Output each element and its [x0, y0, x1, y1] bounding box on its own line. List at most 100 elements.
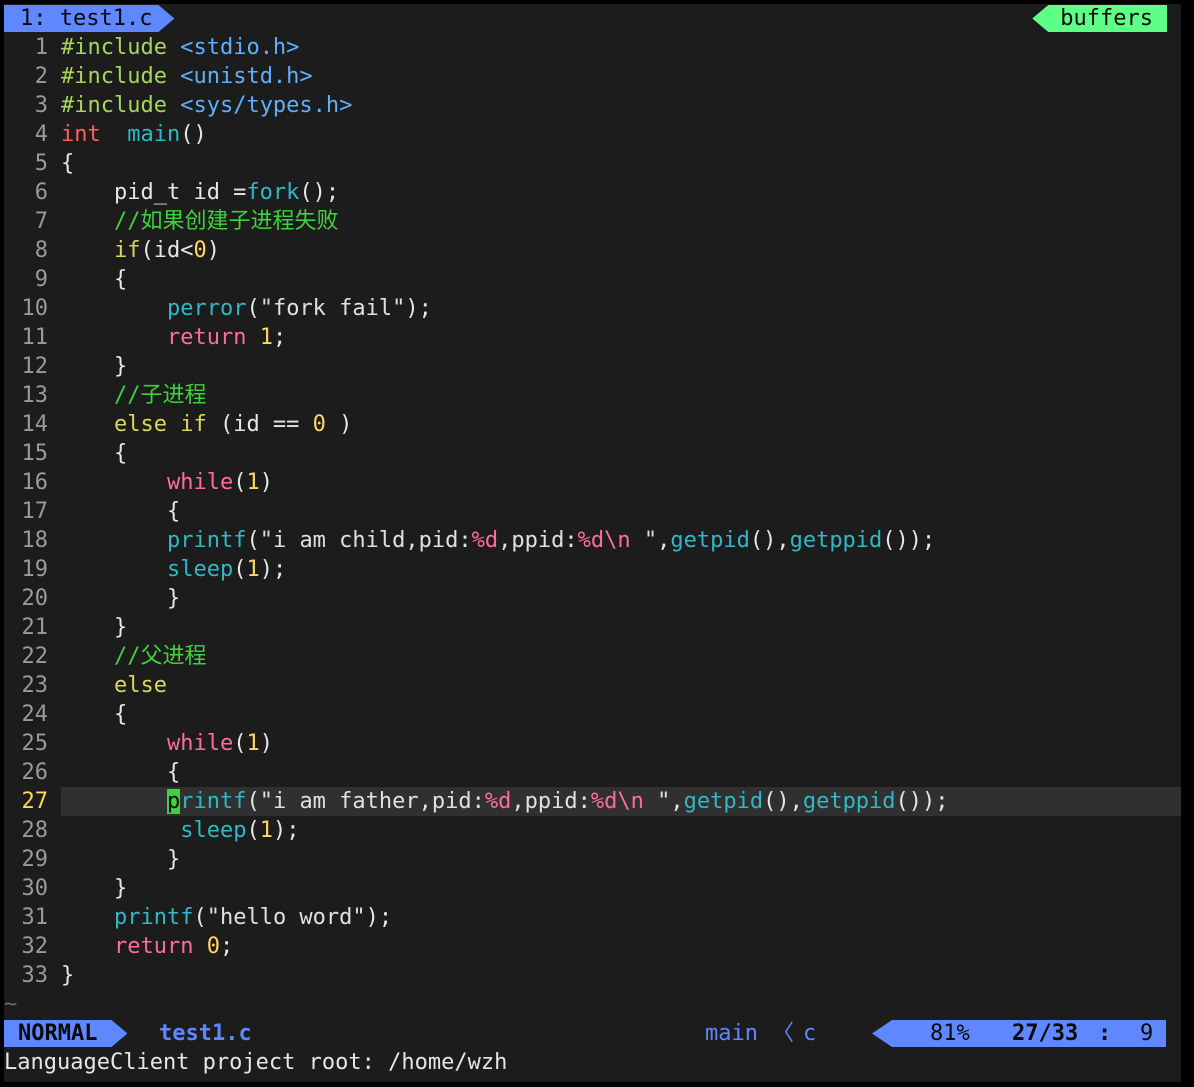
line-content[interactable]: //子进程	[61, 381, 1181, 410]
code-line[interactable]: 13 //子进程	[4, 381, 1181, 410]
line-content[interactable]: pid_t id =fork();	[61, 178, 1181, 207]
code-line[interactable]: 17 {	[4, 497, 1181, 526]
line-content[interactable]: printf("hello word");	[61, 903, 1181, 932]
code-token: 0	[193, 238, 207, 263]
code-token: (),	[749, 528, 790, 553]
code-token: return	[166, 325, 247, 350]
line-number: 9	[34, 267, 48, 292]
code-line[interactable]: 15 {	[4, 439, 1181, 468]
code-token: }	[61, 876, 128, 901]
code-line[interactable]: 7 //如果创建子进程失败	[4, 207, 1181, 236]
code-line[interactable]: 25 while(1)	[4, 729, 1181, 758]
code-token: ());	[882, 528, 936, 553]
line-number: 17	[21, 499, 49, 524]
code-line[interactable]: 16 while(1)	[4, 468, 1181, 497]
line-content[interactable]: }	[61, 613, 1181, 642]
line-content[interactable]: }	[61, 352, 1181, 381]
line-content[interactable]: return 1;	[61, 323, 1181, 352]
line-number: 21	[21, 615, 49, 640]
code-line[interactable]: 8 if(id<0)	[4, 236, 1181, 265]
line-content[interactable]: if(id<0)	[61, 236, 1181, 265]
line-content[interactable]: #include <stdio.h>	[61, 33, 1181, 62]
line-content[interactable]: {	[61, 265, 1181, 294]
line-content[interactable]: return 0;	[61, 932, 1181, 961]
code-line[interactable]: 19 sleep(1);	[4, 555, 1181, 584]
line-content[interactable]: {	[61, 700, 1181, 729]
tab-test1[interactable]: 1: test1.c	[4, 5, 174, 32]
code-line[interactable]: 11 return 1;	[4, 323, 1181, 352]
code-line[interactable]: 6 pid_t id =fork();	[4, 178, 1181, 207]
command-line[interactable]: LanguageClient project root: /home/wzh	[4, 1048, 507, 1077]
code-line[interactable]: 10 perror("fork fail");	[4, 294, 1181, 323]
line-content[interactable]: {	[61, 439, 1181, 468]
code-token: sleep	[180, 818, 247, 843]
line-content[interactable]: {	[61, 497, 1181, 526]
buffers-label[interactable]: buffers	[1032, 5, 1167, 32]
line-number: 10	[21, 296, 49, 321]
code-line[interactable]: 28 sleep(1);	[4, 816, 1181, 845]
code-token: {	[61, 499, 181, 524]
line-content[interactable]: }	[61, 874, 1181, 903]
code-line[interactable]: 29 }	[4, 845, 1181, 874]
line-content[interactable]: printf("i am child,pid:%d,ppid:%d\n ",ge…	[61, 526, 1181, 555]
code-line[interactable]: 1 #include <stdio.h>	[4, 33, 1181, 62]
line-content[interactable]: //父进程	[61, 642, 1181, 671]
code-line[interactable]: 24 {	[4, 700, 1181, 729]
line-content[interactable]: perror("fork fail");	[61, 294, 1181, 323]
line-content[interactable]: sleep(1);	[61, 816, 1181, 845]
line-content[interactable]: printf("i am father,pid:%d,ppid:%d\n ",g…	[61, 787, 1181, 816]
code-line[interactable]: 23 else	[4, 671, 1181, 700]
code-line[interactable]: 33}	[4, 961, 1181, 990]
code-line[interactable]: 32 return 0;	[4, 932, 1181, 961]
status-line-count: 27/33	[1012, 1021, 1079, 1046]
code-line[interactable]: 3 #include <sys/types.h>	[4, 91, 1181, 120]
code-token: {	[61, 760, 181, 785]
code-token: if	[113, 238, 141, 263]
code-line[interactable]: 21 }	[4, 613, 1181, 642]
code-line[interactable]: 2 #include <unistd.h>	[4, 62, 1181, 91]
code-line[interactable]: 5{	[4, 149, 1181, 178]
code-token: ,	[657, 528, 671, 553]
code-line[interactable]: 30 }	[4, 874, 1181, 903]
code-token: %d\n	[577, 528, 631, 553]
line-content[interactable]: while(1)	[61, 468, 1181, 497]
empty-line-marker: ~	[4, 992, 18, 1017]
mode-indicator: NORMAL	[4, 1020, 127, 1047]
line-number: 30	[21, 876, 49, 901]
code-line[interactable]: 9 {	[4, 265, 1181, 294]
line-content[interactable]: {	[61, 149, 1181, 178]
line-content[interactable]: else if (id == 0 )	[61, 410, 1181, 439]
code-token: else if	[113, 412, 207, 437]
code-line[interactable]: 14 else if (id == 0 )	[4, 410, 1181, 439]
line-content[interactable]: }	[61, 584, 1181, 613]
code-line[interactable]: 4 int main()	[4, 120, 1181, 149]
line-content[interactable]: {	[61, 758, 1181, 787]
code-token: )	[259, 731, 273, 756]
line-content[interactable]: #include <sys/types.h>	[61, 91, 1181, 120]
code-line[interactable]: 18 printf("i am child,pid:%d,ppid:%d\n "…	[4, 526, 1181, 555]
line-number: 4	[34, 122, 48, 147]
line-number: 31	[21, 905, 49, 930]
code-editor[interactable]: 1 #include <stdio.h> 2 #include <unistd.h> 3…	[4, 33, 1181, 990]
line-content[interactable]: #include <unistd.h>	[61, 62, 1181, 91]
code-line[interactable]: 31 printf("hello word");	[4, 903, 1181, 932]
line-content[interactable]: sleep(1);	[61, 555, 1181, 584]
code-line[interactable]: 22 //父进程	[4, 642, 1181, 671]
line-content[interactable]: //如果创建子进程失败	[61, 207, 1181, 236]
code-token: main	[127, 122, 181, 147]
line-content[interactable]: while(1)	[61, 729, 1181, 758]
code-token: //子进程	[113, 383, 207, 408]
line-number: 24	[21, 702, 49, 727]
line-content[interactable]: int main()	[61, 120, 1181, 149]
line-content[interactable]: else	[61, 671, 1181, 700]
line-content[interactable]: }	[61, 961, 1181, 990]
code-line[interactable]: 26 {	[4, 758, 1181, 787]
code-line[interactable]: 20 }	[4, 584, 1181, 613]
line-content[interactable]: }	[61, 845, 1181, 874]
code-line[interactable]: 27 printf("i am father,pid:%d,ppid:%d\n …	[4, 787, 1181, 816]
code-line[interactable]: 12 }	[4, 352, 1181, 381]
code-token: );	[405, 296, 432, 321]
line-number: 15	[21, 441, 49, 466]
